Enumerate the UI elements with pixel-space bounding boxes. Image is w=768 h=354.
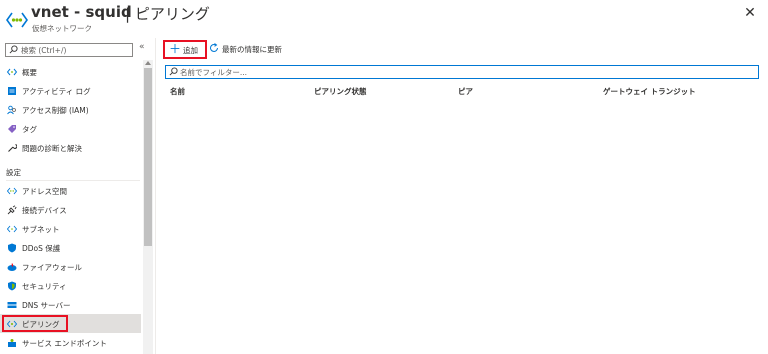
sidebar-item-activity-log[interactable]: アクティビティ ログ bbox=[0, 81, 141, 100]
peering-highlight-box bbox=[2, 315, 68, 332]
sidebar-item-label: 接続デバイス bbox=[22, 206, 67, 215]
sidebar-item-firewall[interactable]: ファイアウォール bbox=[0, 257, 141, 276]
close-icon[interactable]: ✕ bbox=[742, 5, 758, 21]
blade-header: vnet - squid | ピアリング 仮想ネットワーク ✕ bbox=[0, 0, 768, 38]
sidebar-item-label: タグ bbox=[22, 125, 37, 134]
wrench-icon bbox=[8, 143, 17, 152]
sidebar-item-diagnose[interactable]: 問題の診断と解決 bbox=[0, 138, 141, 157]
security-shield-icon bbox=[8, 281, 16, 291]
sidebar-item-iam[interactable]: アクセス制御 (IAM) bbox=[0, 100, 141, 119]
sidebar-item-label: サービス エンドポイント bbox=[22, 339, 107, 348]
tag-icon bbox=[8, 125, 16, 133]
column-header-name[interactable]: 名前 bbox=[170, 86, 185, 97]
subnet-icon bbox=[7, 225, 17, 233]
overview-icon bbox=[7, 68, 17, 76]
sidebar-item-overview[interactable]: 概要 bbox=[0, 62, 141, 81]
scroll-up-arrow-icon[interactable] bbox=[145, 61, 151, 65]
refresh-button-label: 最新の情報に更新 bbox=[222, 45, 282, 54]
add-button[interactable]: ＋ 追加 bbox=[163, 40, 207, 59]
sidebar-item-label: 概要 bbox=[22, 68, 37, 77]
search-placeholder: 検索 (Ctrl+/) bbox=[21, 46, 67, 55]
sidebar-item-label: アドレス空間 bbox=[22, 187, 67, 196]
sidebar-item-label: 問題の診断と解決 bbox=[22, 144, 82, 153]
column-header-peering-state[interactable]: ピアリング状態 bbox=[314, 86, 367, 97]
column-header-peer[interactable]: ピア bbox=[458, 86, 473, 97]
sidebar-search-input[interactable]: 検索 (Ctrl+/) bbox=[5, 43, 133, 57]
sidebar-item-label: DNS サーバー bbox=[22, 301, 71, 310]
plus-icon: ＋ bbox=[169, 42, 182, 56]
address-space-icon bbox=[7, 187, 17, 195]
refresh-icon bbox=[210, 43, 218, 52]
sidebar-item-security[interactable]: セキュリティ bbox=[0, 276, 141, 295]
iam-icon bbox=[7, 105, 16, 115]
sidebar-item-connected-devices[interactable]: 接続デバイス bbox=[0, 200, 141, 219]
plug-icon bbox=[7, 205, 17, 215]
sidebar-item-label: セキュリティ bbox=[22, 282, 67, 291]
sidebar-item-subnets[interactable]: サブネット bbox=[0, 219, 141, 238]
activity-log-icon bbox=[8, 87, 16, 95]
page-title: vnet - squid bbox=[31, 3, 132, 21]
collapse-sidebar-icon[interactable]: « bbox=[139, 42, 145, 52]
sidebar-item-label: ファイアウォール bbox=[22, 263, 82, 272]
add-button-label: 追加 bbox=[183, 46, 198, 55]
settings-section-heading: 設定 bbox=[6, 168, 21, 177]
filter-placeholder: 名前でフィルター... bbox=[180, 68, 248, 77]
sidebar-item-address-space[interactable]: アドレス空間 bbox=[0, 181, 141, 200]
pane-divider bbox=[155, 38, 156, 354]
dns-icon bbox=[7, 302, 17, 308]
sidebar-item-label: DDoS 保護 bbox=[22, 244, 61, 253]
refresh-button[interactable]: 最新の情報に更新 bbox=[209, 42, 319, 57]
service-endpoint-icon bbox=[8, 339, 16, 347]
sidebar-item-tags[interactable]: タグ bbox=[0, 119, 141, 138]
search-icon bbox=[9, 45, 18, 54]
column-header-gateway-transit[interactable]: ゲートウェイ トランジット bbox=[603, 86, 696, 97]
virtual-network-icon bbox=[6, 12, 28, 28]
sidebar: 検索 (Ctrl+/) « 概要 アクティビティ ログ アクセス制御 (IAM)… bbox=[0, 38, 155, 354]
sidebar-scrollbar[interactable] bbox=[143, 60, 153, 354]
sidebar-item-label: アクセス制御 (IAM) bbox=[22, 106, 89, 115]
scrollbar-thumb[interactable] bbox=[144, 68, 152, 246]
page-subtitle: 仮想ネットワーク bbox=[32, 24, 92, 33]
sidebar-item-label: サブネット bbox=[22, 225, 60, 234]
sidebar-item-ddos[interactable]: DDoS 保護 bbox=[0, 238, 141, 257]
page-section-title: | ピアリング bbox=[125, 5, 210, 23]
search-icon bbox=[169, 67, 178, 76]
sidebar-item-service-endpoints[interactable]: サービス エンドポイント bbox=[0, 333, 141, 352]
sidebar-item-dns-servers[interactable]: DNS サーバー bbox=[0, 295, 141, 314]
firewall-icon bbox=[7, 263, 17, 271]
filter-by-name-input[interactable]: 名前でフィルター... bbox=[165, 65, 759, 79]
shield-icon bbox=[8, 243, 16, 253]
sidebar-item-label: アクティビティ ログ bbox=[22, 87, 91, 96]
